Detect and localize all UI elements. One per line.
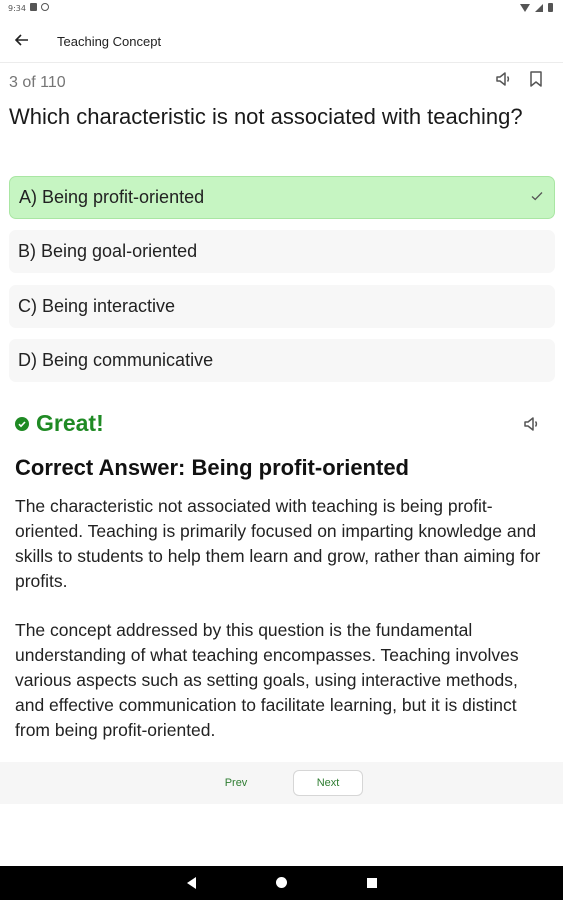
option-a[interactable]: A) Being profit-oriented — [9, 176, 555, 219]
correct-answer-heading: Correct Answer: Being profit-oriented — [15, 455, 409, 480]
concept-paragraph: The concept addressed by this question i… — [15, 620, 519, 740]
feedback-status-text: Great! — [36, 410, 104, 436]
next-button[interactable]: Next — [293, 770, 363, 796]
prev-button[interactable]: Prev — [206, 770, 266, 796]
explanation-paragraph: The characteristic not associated with t… — [15, 496, 541, 591]
status-time: 9:34 — [8, 4, 26, 13]
question-counter: 3 of 110 — [9, 74, 66, 91]
arrow-left-icon — [15, 34, 28, 46]
back-button[interactable] — [12, 30, 32, 50]
speaker-icon — [524, 417, 538, 431]
wifi-icon — [520, 3, 530, 12]
signal-icon — [535, 3, 543, 12]
system-home-icon[interactable] — [276, 877, 287, 888]
question-text: Which characteristic is not associated w… — [9, 104, 523, 129]
option-b[interactable]: B) Being goal-oriented — [9, 230, 555, 273]
app-bar: Teaching Concept — [0, 20, 563, 63]
sd-card-icon — [30, 3, 37, 11]
system-back-icon[interactable] — [187, 877, 196, 889]
bookmark-button[interactable] — [529, 70, 547, 90]
system-recents-icon[interactable] — [367, 878, 377, 888]
check-icon — [531, 192, 543, 201]
speaker-icon — [496, 72, 510, 86]
app-title: Teaching Concept — [57, 34, 162, 49]
option-label: C) Being interactive — [18, 296, 176, 316]
option-label: D) Being communicative — [18, 350, 214, 370]
option-c[interactable]: C) Being interactive — [9, 285, 555, 328]
feedback-status: Great! — [15, 410, 104, 437]
question-navigation: Prev Next — [0, 762, 563, 804]
check-circle-icon — [15, 416, 29, 431]
option-label: A) Being profit-oriented — [19, 187, 205, 207]
read-explanation-button[interactable] — [522, 415, 542, 435]
status-bar: 9:34 — [0, 0, 563, 20]
battery-icon — [548, 3, 553, 12]
sync-icon — [41, 3, 49, 11]
read-aloud-button[interactable] — [494, 70, 514, 90]
bookmark-icon — [530, 71, 542, 87]
option-d[interactable]: D) Being communicative — [9, 339, 555, 382]
system-navigation-bar — [0, 866, 563, 900]
option-label: B) Being goal-oriented — [18, 241, 198, 261]
